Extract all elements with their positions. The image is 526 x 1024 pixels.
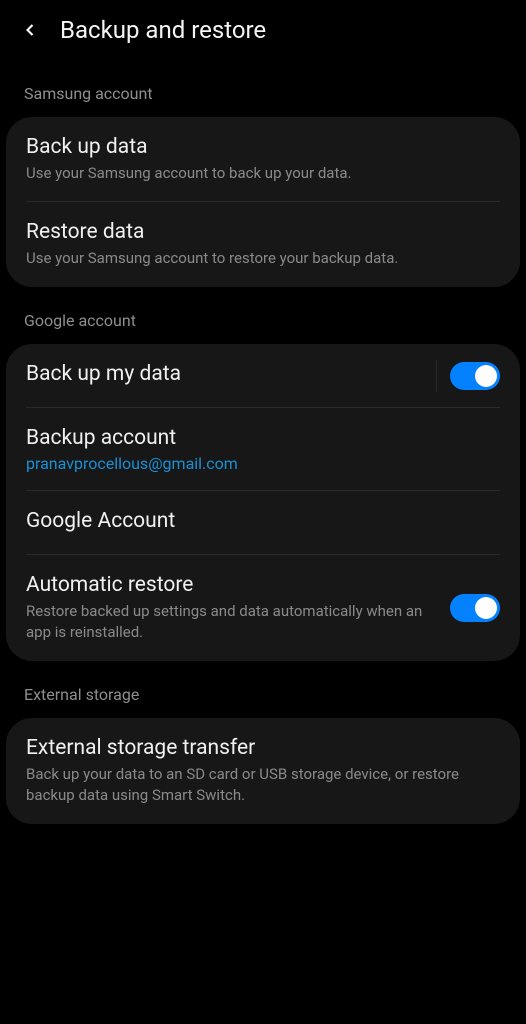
backup-my-data-item[interactable]: Back up my data: [6, 344, 520, 408]
section-label-external: External storage: [0, 661, 526, 718]
item-subtitle: Use your Samsung account to restore your…: [26, 248, 500, 269]
restore-data-item[interactable]: Restore data Use your Samsung account to…: [6, 202, 520, 287]
back-icon[interactable]: [20, 20, 40, 40]
item-subtitle: Restore backed up settings and data auto…: [26, 601, 438, 643]
item-title: Google Account: [26, 509, 500, 533]
header: Backup and restore: [0, 0, 526, 60]
item-title: Back up data: [26, 135, 500, 159]
samsung-card: Back up data Use your Samsung account to…: [6, 117, 520, 287]
google-account-item[interactable]: Google Account: [6, 491, 520, 555]
item-link: pranavprocellous@gmail.com: [26, 454, 500, 473]
item-title: Back up my data: [26, 362, 438, 386]
external-card: External storage transfer Back up your d…: [6, 718, 520, 824]
item-title: Backup account: [26, 426, 500, 450]
item-subtitle: Back up your data to an SD card or USB s…: [26, 764, 500, 806]
item-subtitle: Use your Samsung account to back up your…: [26, 163, 500, 184]
item-title: Restore data: [26, 220, 500, 244]
automatic-restore-item[interactable]: Automatic restore Restore backed up sett…: [6, 555, 520, 661]
item-title: Automatic restore: [26, 573, 438, 597]
google-card: Back up my data Backup account pranavpro…: [6, 344, 520, 661]
item-title: External storage transfer: [26, 736, 500, 760]
section-label-google: Google account: [0, 287, 526, 344]
section-label-samsung: Samsung account: [0, 60, 526, 117]
backup-account-item[interactable]: Backup account pranavprocellous@gmail.co…: [6, 408, 520, 491]
backup-data-item[interactable]: Back up data Use your Samsung account to…: [6, 117, 520, 202]
page-title: Backup and restore: [60, 16, 266, 44]
automatic-restore-toggle[interactable]: [450, 594, 500, 622]
backup-my-data-toggle[interactable]: [450, 362, 500, 390]
external-storage-transfer-item[interactable]: External storage transfer Back up your d…: [6, 718, 520, 824]
